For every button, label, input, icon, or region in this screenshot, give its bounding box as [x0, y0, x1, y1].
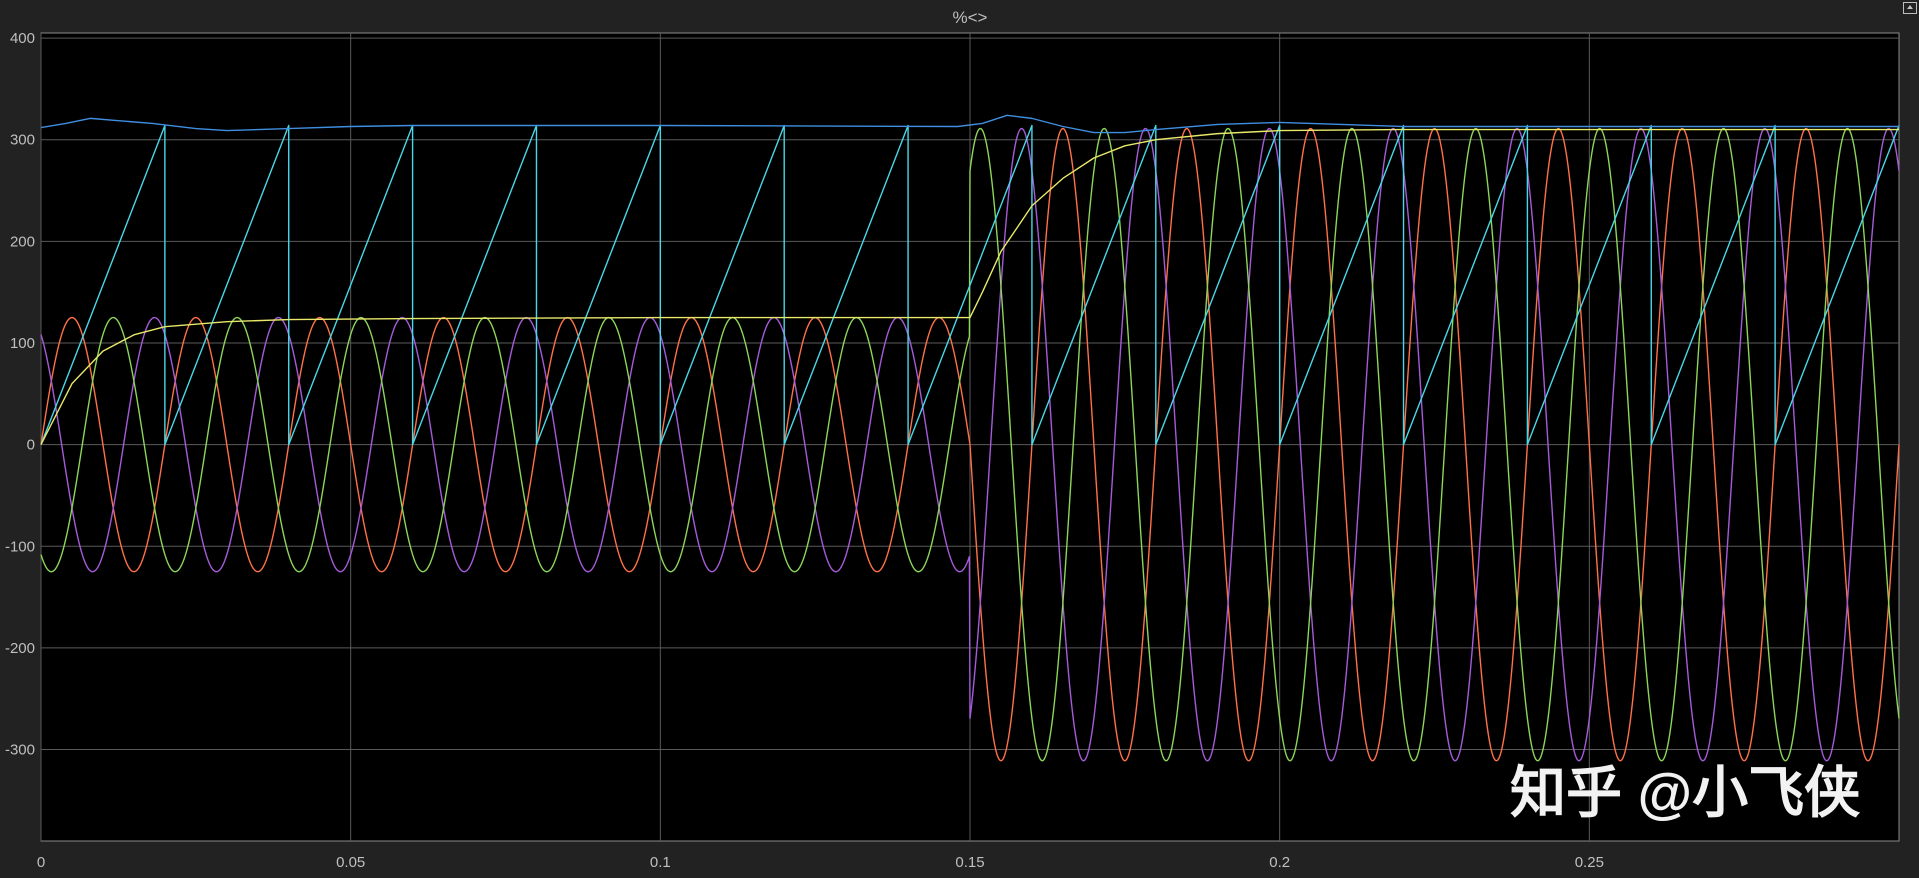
watermark-text: 知乎 @小飞侠: [1510, 761, 1860, 824]
y-tick-label: 200: [10, 233, 35, 250]
scope-figure: %<> 0 0.05 0.1 0.15 0.2 0.25 400 300 200 100 0 -100…: [5, 8, 1900, 871]
x-tick-label: 0.05: [336, 854, 365, 871]
plot-title: %<>: [953, 8, 988, 27]
x-tick-label: 0.15: [955, 854, 984, 871]
x-tick-label: 0.2: [1269, 854, 1290, 871]
y-tick-label: -300: [5, 742, 35, 759]
y-tick-label: 400: [10, 30, 35, 47]
y-tick-label: -200: [5, 640, 35, 657]
x-tick-label: 0.25: [1575, 854, 1604, 871]
y-tick-label: 300: [10, 132, 35, 149]
x-tick-label: 0: [37, 854, 45, 871]
y-tick-label: 0: [27, 437, 35, 454]
x-tick-label: 0.1: [650, 854, 671, 871]
y-tick-label: -100: [5, 538, 35, 555]
y-tick-label: 100: [10, 335, 35, 352]
